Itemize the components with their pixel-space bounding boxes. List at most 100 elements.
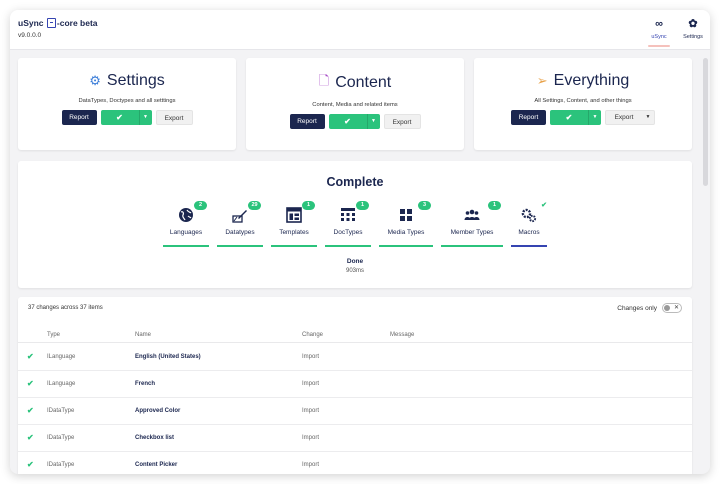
action-cards: ⚙ Settings DataTypes, Doctypes and all s… — [18, 58, 692, 150]
settings-card-description: DataTypes, Doctypes and all setttings — [78, 98, 176, 104]
everything-export-button[interactable]: Export ▼ — [605, 110, 655, 125]
row-change: Import — [302, 408, 320, 414]
nav-settings-label: Settings — [683, 34, 703, 40]
content-export-button[interactable]: Export — [383, 114, 421, 129]
everything-card-actions: Report ✔ ▼ Export ▼ — [474, 110, 692, 125]
settings-card-title: ⚙ Settings — [18, 72, 236, 90]
handler-label: Languages — [169, 229, 203, 236]
close-icon: ✕ — [673, 305, 679, 311]
table-row[interactable]: ✔ IDataType Checkbox list Import — [18, 425, 692, 452]
datatype-icon — [232, 210, 247, 223]
count-badge: 3 — [418, 201, 431, 210]
doctype-icon — [341, 208, 355, 221]
document-icon — [46, 18, 56, 28]
top-navigation: ∞ uSync ✿ Settings — [642, 10, 710, 50]
check-icon: ✔ — [27, 433, 34, 442]
everything-card-description: All Settings, Content, and other things — [534, 98, 632, 104]
settings-import-button[interactable]: ✔ ▼ — [100, 110, 152, 125]
elapsed-time: 903ms — [345, 268, 364, 274]
check-icon: ✔ — [541, 202, 547, 209]
content-import-button[interactable]: ✔ ▼ — [328, 114, 380, 129]
check-icon: ✔ — [565, 113, 573, 122]
count-badge: 1 — [356, 201, 369, 210]
handler-label: Macros — [518, 229, 540, 236]
settings-report-button[interactable]: Report — [61, 110, 97, 125]
row-name: English (United States) — [135, 354, 201, 360]
row-change: Import — [302, 462, 320, 468]
usync-window: uSync -core beta v9.0.0.0 ∞ uSync ✿ Sett… — [10, 10, 710, 474]
handler-label: Templates — [279, 229, 309, 236]
template-icon — [286, 207, 302, 223]
caret-down-icon[interactable]: ▼ — [138, 110, 152, 125]
toggle-knob — [664, 305, 670, 311]
settings-export-button[interactable]: Export — [155, 110, 193, 125]
paper-plane-icon: ➢ — [536, 73, 548, 88]
row-name: Checkbox list — [135, 435, 175, 441]
caret-down-icon[interactable]: ▼ — [588, 110, 601, 125]
handler-label: Datatypes — [225, 229, 255, 236]
changes-only-toggle[interactable]: ✕ — [662, 303, 682, 313]
header-bar: uSync -core beta v9.0.0.0 ∞ uSync ✿ Sett… — [10, 10, 710, 50]
handler-media-types[interactable]: Media Types 3 — [379, 201, 433, 247]
status-panel: Complete Languages 2 Datatypes 29 Templa… — [18, 161, 692, 288]
infinity-icon: ∞ — [655, 18, 663, 30]
content-report-button[interactable]: Report — [289, 114, 325, 129]
caret-down-icon[interactable]: ▼ — [642, 111, 654, 124]
caret-down-icon[interactable]: ▼ — [366, 114, 380, 129]
handler-label: Media Types — [387, 229, 425, 236]
row-change: Import — [302, 354, 320, 360]
row-type: IDataType — [47, 462, 75, 468]
check-icon: ✔ — [116, 113, 123, 122]
content-card-actions: Report ✔ ▼ Export — [246, 114, 464, 129]
column-message: Message — [390, 332, 415, 338]
gears-icon: ⚙ — [89, 73, 101, 88]
column-name: Name — [135, 332, 152, 338]
everything-card-title: ➢ Everything — [474, 72, 692, 90]
row-type: IDataType — [47, 435, 75, 441]
content-card-heading: Content — [335, 74, 392, 91]
row-name: French — [135, 381, 156, 387]
app-title-prefix: uSync — [18, 18, 44, 28]
macro-icon — [521, 208, 537, 223]
table-row[interactable]: ✔ IDataType Approved Color Import — [18, 398, 692, 425]
handler-datatypes[interactable]: Datatypes 29 — [217, 201, 263, 247]
everything-import-button[interactable]: ✔ ▼ — [550, 110, 601, 125]
scrollbar-thumb[interactable] — [703, 58, 708, 186]
handler-member-types[interactable]: Member Types 1 — [441, 201, 503, 247]
row-type: IDataType — [47, 408, 75, 414]
check-icon: ✔ — [27, 406, 34, 415]
nav-settings[interactable]: ✿ Settings — [676, 10, 710, 50]
row-name: Content Picker — [135, 462, 178, 468]
settings-card: ⚙ Settings DataTypes, Doctypes and all s… — [18, 58, 236, 150]
handler-list: Languages 2 Datatypes 29 Templates 1 Doc… — [18, 201, 692, 247]
nav-usync-label: uSync — [651, 34, 667, 40]
table-row[interactable]: ✔ ILanguage English (United States) Impo… — [18, 344, 692, 371]
handler-templates[interactable]: Templates 1 — [271, 201, 317, 247]
handler-doctypes[interactable]: DocTypes 1 — [325, 201, 371, 247]
table-row[interactable]: ✔ IDataType Content Picker Import — [18, 452, 692, 474]
count-badge: 1 — [302, 201, 315, 210]
count-badge: 29 — [248, 201, 261, 210]
settings-card-actions: Report ✔ ▼ Export — [18, 110, 236, 125]
row-type: ILanguage — [47, 354, 76, 360]
everything-report-button[interactable]: Report — [511, 110, 546, 125]
check-icon: ✔ — [344, 117, 351, 126]
everything-card-heading: Everything — [553, 72, 630, 89]
status-title: Complete — [326, 175, 384, 189]
vertical-scrollbar[interactable] — [703, 58, 708, 463]
change-summary: 37 changes across 37 items — [28, 305, 103, 311]
everything-export-label: Export — [614, 114, 634, 121]
table-row[interactable]: ✔ ILanguage French Import — [18, 371, 692, 398]
handler-languages[interactable]: Languages 2 — [163, 201, 209, 247]
app-title: uSync -core beta — [18, 18, 98, 28]
results-table: 37 changes across 37 items Changes only … — [18, 297, 692, 474]
changes-only-filter: Changes only ✕ — [617, 303, 682, 313]
table-header: Type Name Change Message — [18, 329, 692, 343]
handler-label: Member Types — [450, 229, 494, 236]
handler-macros[interactable]: Macros ✔ — [511, 202, 547, 247]
changes-only-label: Changes only — [617, 304, 657, 312]
content-card: 🗋 Content Content, Media and related ite… — [246, 58, 464, 150]
nav-usync[interactable]: ∞ uSync — [642, 10, 676, 50]
globe-icon — [179, 208, 193, 222]
done-label: Done — [346, 258, 364, 265]
